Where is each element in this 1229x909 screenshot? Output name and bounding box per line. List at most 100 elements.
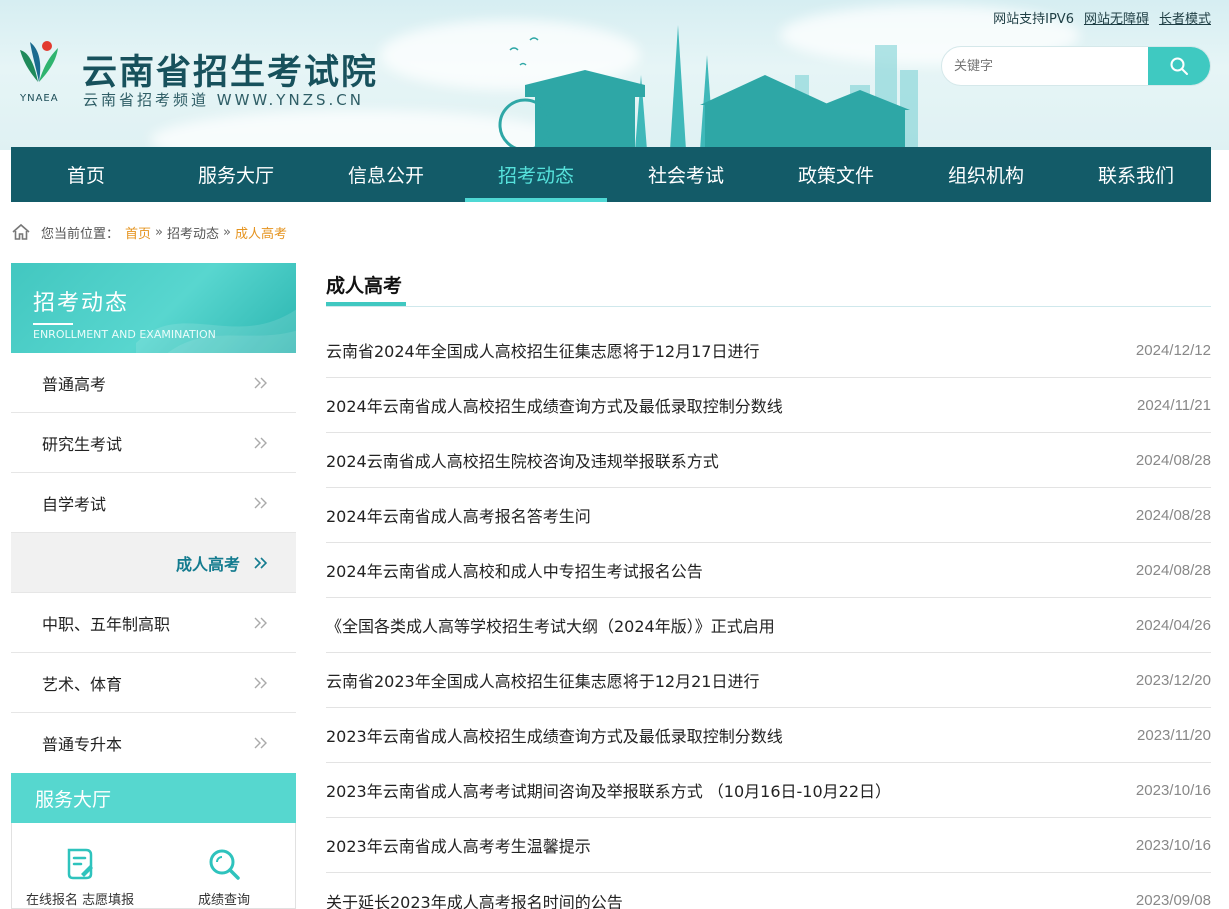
breadcrumb-label: 您当前位置： (41, 226, 120, 242)
news-title[interactable]: 2023年云南省成人高考考试期间咨询及举报联系方式 （10月16日-10月22日… (326, 778, 891, 802)
news-date: 2023/09/08 (1135, 892, 1211, 909)
news-title[interactable]: 2024云南省成人高校招生院校咨询及违规举报联系方式 (326, 448, 719, 472)
nav-item-policy-documents[interactable]: 政策文件 (765, 147, 907, 202)
breadcrumb-home[interactable]: 首页 (125, 223, 151, 242)
search-icon (1170, 57, 1188, 75)
breadcrumb-separator: » (155, 224, 163, 240)
search-button[interactable] (1148, 47, 1210, 85)
double-chevron-right-icon (254, 437, 267, 448)
news-item[interactable]: 《全国各类成人高等学校招生考试大纲（2024年版）》正式启用 2024/04/26 (326, 598, 1211, 653)
nav-item-enrollment-news[interactable]: 招考动态 (465, 147, 607, 202)
service-label: 在线报名 志愿填报 (26, 893, 135, 908)
elder-mode-link[interactable]: 长者模式 (1159, 8, 1211, 27)
news-date: 2023/10/16 (1135, 781, 1211, 799)
news-date: 2024/04/26 (1135, 616, 1211, 634)
news-date: 2024/08/28 (1135, 561, 1211, 579)
search-input[interactable] (942, 47, 1150, 85)
news-item[interactable]: 2024年云南省成人高校招生成绩查询方式及最低录取控制分数线 2024/11/21 (326, 378, 1211, 433)
double-chevron-right-icon (254, 556, 268, 569)
service-score-query[interactable]: 成绩查询 (198, 847, 250, 908)
news-date: 2024/08/28 (1135, 451, 1211, 469)
sidebar-item-label: 普通高考 (42, 374, 107, 394)
sidebar-item-label: 艺术、体育 (42, 674, 123, 694)
service-label: 成绩查询 (198, 893, 251, 908)
sidebar-title-divider (33, 323, 73, 325)
breadcrumb-current[interactable]: 成人高考 (235, 223, 287, 242)
top-links: 网站支持IPV6 网站无障碍 长者模式 (993, 8, 1211, 27)
logo-text: YNAEA (20, 93, 59, 104)
double-chevron-right-icon (254, 497, 267, 508)
sidebar-item-label: 成人高考 (175, 554, 240, 574)
news-title[interactable]: 云南省2024年全国成人高校招生征集志愿将于12月17日进行 (326, 338, 759, 362)
news-title[interactable]: 关于延长2023年成人高考报名时间的公告 (326, 889, 623, 909)
news-item[interactable]: 2024年云南省成人高校和成人中专招生考试报名公告 2024/08/28 (326, 543, 1211, 598)
nav-item-contact-us[interactable]: 联系我们 (1065, 147, 1207, 202)
site-title[interactable]: 云南省招生考试院 (82, 44, 378, 95)
double-chevron-right-icon (254, 377, 267, 388)
news-item[interactable]: 云南省2023年全国成人高校招生征集志愿将于12月21日进行 2023/12/20 (326, 653, 1211, 708)
document-edit-icon (67, 848, 94, 880)
news-date: 2023/11/20 (1137, 726, 1211, 744)
sidebar-header: 招考动态 ENROLLMENT AND EXAMINATION (11, 263, 296, 353)
accessibility-link[interactable]: 网站无障碍 (1084, 8, 1149, 27)
news-date: 2023/10/16 (1135, 836, 1211, 854)
sidebar-item-label: 研究生考试 (42, 434, 123, 454)
city-skyline-illustration (498, 25, 918, 150)
news-list: 云南省2024年全国成人高校招生征集志愿将于12月17日进行 2024/12/12… (326, 323, 1211, 909)
sidebar-item-art-sports[interactable]: 艺术、体育 (11, 653, 296, 713)
nav-item-organization[interactable]: 组织机构 (915, 147, 1057, 202)
main-nav: 首页 服务大厅 信息公开 招考动态 社会考试 政策文件 组织机构 联系我们 (11, 147, 1211, 202)
ipv6-link[interactable]: 网站支持IPV6 (993, 8, 1074, 27)
service-hall-title[interactable]: 服务大厅 (11, 773, 296, 823)
double-chevron-right-icon (254, 617, 267, 628)
news-item[interactable]: 2024云南省成人高校招生院校咨询及违规举报联系方式 2024/08/28 (326, 433, 1211, 488)
nav-item-home[interactable]: 首页 (15, 147, 157, 202)
breadcrumb-enrollment-news[interactable]: 招考动态 (167, 223, 219, 242)
double-chevron-right-icon (254, 677, 267, 688)
service-online-registration[interactable]: 在线报名 志愿填报 (26, 847, 134, 908)
section-title: 成人高考 (326, 275, 403, 297)
news-date: 2024/08/28 (1135, 506, 1211, 524)
service-hall-panel: 在线报名 志愿填报 成绩查询 (11, 823, 296, 909)
breadcrumb-separator: » (223, 224, 231, 240)
sidebar-item-self-study-exam[interactable]: 自学考试 (11, 473, 296, 533)
news-item[interactable]: 云南省2024年全国成人高校招生征集志愿将于12月17日进行 2024/12/12 (326, 323, 1211, 378)
news-date: 2024/12/12 (1135, 341, 1211, 359)
news-title[interactable]: 2023年云南省成人高校招生成绩查询方式及最低录取控制分数线 (326, 723, 783, 747)
news-item[interactable]: 2023年云南省成人高考考试期间咨询及举报联系方式 （10月16日-10月22日… (326, 763, 1211, 818)
nav-item-service-hall[interactable]: 服务大厅 (165, 147, 307, 202)
news-title[interactable]: 云南省2023年全国成人高校招生征集志愿将于12月21日进行 (326, 668, 759, 692)
logo-icon[interactable] (14, 38, 64, 94)
news-date: 2024/11/21 (1137, 396, 1211, 414)
nav-item-info-disclosure[interactable]: 信息公开 (315, 147, 457, 202)
double-chevron-right-icon (254, 737, 267, 749)
news-title[interactable]: 2024年云南省成人高考报名答考生问 (326, 503, 591, 527)
section-divider (326, 306, 1211, 307)
magnifier-icon (209, 849, 240, 880)
news-item[interactable]: 关于延长2023年成人高考报名时间的公告 2023/09/08 (326, 873, 1211, 909)
news-item[interactable]: 2023年云南省成人高校招生成绩查询方式及最低录取控制分数线 2023/11/20 (326, 708, 1211, 763)
news-date: 2023/12/20 (1135, 671, 1211, 689)
home-icon (12, 223, 30, 240)
sidebar-item-vocational[interactable]: 中职、五年制高职 (11, 593, 296, 653)
search-box (941, 46, 1211, 86)
sidebar-item-graduate-exam[interactable]: 研究生考试 (11, 413, 296, 473)
news-title[interactable]: 2024年云南省成人高校和成人中专招生考试报名公告 (326, 558, 703, 582)
news-title[interactable]: 2023年云南省成人高考考生温馨提示 (326, 833, 591, 857)
sidebar-menu: 普通高考 研究生考试 自学考试 成人高考 中职、五年制高职 艺术、体育 普通专升… (11, 353, 296, 773)
news-title[interactable]: 《全国各类成人高等学校招生考试大纲（2024年版）》正式启用 (326, 613, 775, 637)
sidebar-title-en: ENROLLMENT AND EXAMINATION (33, 328, 216, 341)
site-header: YNAEA 云南省招生考试院 云南省招考频道 WWW.YNZS.CN 网站支持I… (0, 0, 1229, 150)
sidebar-item-label: 中职、五年制高职 (42, 614, 171, 634)
sidebar-item-college-entrance[interactable]: 普通高考 (11, 353, 296, 413)
sidebar-item-upgrade-bachelor[interactable]: 普通专升本 (11, 713, 296, 773)
sidebar-title: 招考动态 (33, 291, 130, 316)
nav-item-social-exams[interactable]: 社会考试 (615, 147, 757, 202)
breadcrumb: 您当前位置： 首页 » 招考动态 » 成人高考 (11, 222, 287, 242)
news-item[interactable]: 2023年云南省成人高考考生温馨提示 2023/10/16 (326, 818, 1211, 873)
news-item[interactable]: 2024年云南省成人高考报名答考生问 2024/08/28 (326, 488, 1211, 543)
sidebar-item-label: 自学考试 (42, 494, 107, 514)
news-title[interactable]: 2024年云南省成人高校招生成绩查询方式及最低录取控制分数线 (326, 393, 783, 417)
sidebar-item-adult-college-exam[interactable]: 成人高考 (11, 533, 296, 593)
site-subtitle: 云南省招考频道 WWW.YNZS.CN (83, 91, 364, 109)
